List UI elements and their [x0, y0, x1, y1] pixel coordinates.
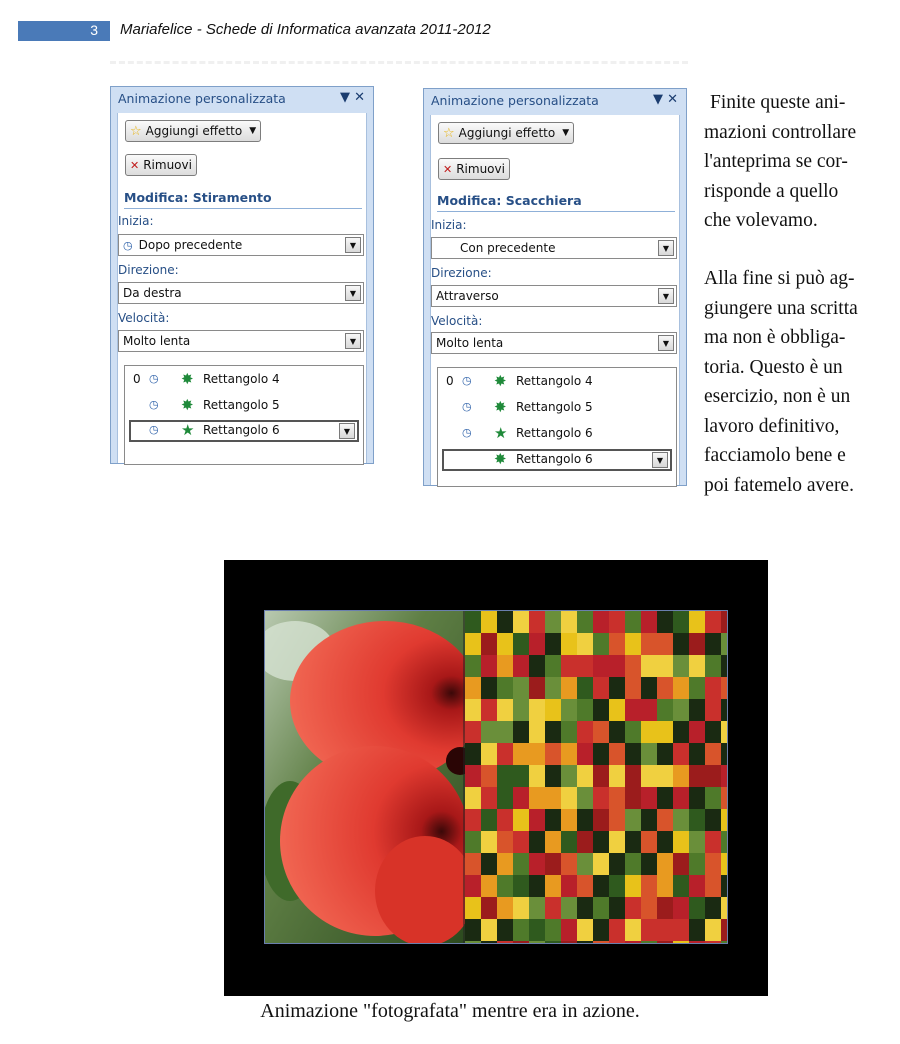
clock-icon: ◷ — [123, 238, 133, 252]
dropdown-arrow-icon[interactable]: ▼ — [658, 335, 674, 351]
direction-select[interactable]: Attraverso ▼ — [431, 285, 677, 307]
direction-select[interactable]: Da destra ▼ — [118, 282, 364, 304]
add-effect-button[interactable]: ☆ Aggiungi effetto ▼ — [438, 122, 575, 144]
list-item[interactable]: ◷ ✸ Rettangolo 5 — [129, 395, 359, 417]
effect-star-icon: ✸ — [181, 396, 194, 414]
page-number-bar: 3 — [18, 21, 110, 41]
dropdown-arrow-icon[interactable]: ▼ — [658, 288, 674, 304]
effect-star-icon: ★ — [494, 424, 508, 442]
animation-list[interactable]: 0 ◷ ✸ Rettangolo 4 ◷ ✸ Rettangolo 5 ◷ ★ … — [124, 365, 364, 465]
dropdown-arrow-icon[interactable]: ▼ — [339, 423, 355, 439]
dropdown-arrow-icon[interactable]: ▼ — [658, 240, 674, 256]
remove-button[interactable]: ✕ Rimuovi — [125, 154, 197, 176]
dropdown-arrow-icon[interactable]: ▼ — [345, 237, 361, 253]
dropdown-arrow-icon[interactable]: ▼ — [652, 452, 668, 468]
document-header-title: Mariafelice - Schede di Informatica avan… — [120, 21, 491, 38]
remove-x-icon: ✕ — [130, 158, 140, 172]
speed-select[interactable]: Molto lenta ▼ — [431, 332, 677, 354]
speed-label: Velocità: — [118, 311, 170, 325]
remove-button[interactable]: ✕ Rimuovi — [438, 158, 510, 180]
heading-rule — [437, 211, 675, 212]
effect-star-icon: ✸ — [181, 370, 194, 388]
list-item[interactable]: 0 ◷ ✸ Rettangolo 4 — [129, 369, 359, 391]
start-label: Inizia: — [431, 218, 467, 232]
animation-list[interactable]: 0 ◷ ✸ Rettangolo 4 ◷ ✸ Rettangolo 5 ◷ ★ … — [437, 367, 677, 487]
list-item[interactable]: ◷ ✸ Rettangolo 5 — [442, 397, 672, 419]
add-effect-star-icon: ☆ — [130, 123, 142, 139]
effect-star-icon: ✸ — [494, 450, 507, 468]
paragraph-finite: Finite queste ani- mazioni controllare l… — [704, 92, 857, 231]
modify-effect-heading: Modifica: Stiramento — [124, 190, 272, 205]
clock-icon: ◷ — [462, 426, 472, 439]
speed-label: Velocità: — [431, 314, 483, 328]
speed-select[interactable]: Molto lenta ▼ — [118, 330, 364, 352]
chevron-down-icon: ▼ — [249, 126, 257, 136]
list-item-selected[interactable]: ◷ ★ Rettangolo 6 ▼ — [129, 420, 359, 442]
start-label: Inizia: — [118, 214, 154, 228]
checkerboard-mosaic — [465, 611, 727, 943]
chevron-down-icon: ▼ — [562, 128, 570, 138]
effect-star-icon: ✸ — [494, 372, 507, 390]
clock-icon: ◷ — [149, 423, 159, 436]
page-number: 3 — [90, 22, 98, 38]
pane-controls[interactable]: ▼ ✕ — [340, 90, 365, 105]
clock-icon: ◷ — [149, 398, 159, 411]
paragraph-alla-fine: Alla fine si può ag- giungere una scritt… — [704, 268, 858, 496]
start-select[interactable]: ◷ Dopo precedente ▼ — [118, 234, 364, 256]
pane-title: Animazione personalizzata — [431, 93, 599, 108]
start-select[interactable]: Con precedente ▼ — [431, 237, 677, 259]
clock-icon: ◷ — [149, 372, 159, 385]
add-effect-star-icon: ☆ — [443, 125, 455, 141]
list-item-selected[interactable]: ✸ Rettangolo 6 ▼ — [442, 449, 672, 471]
pane-title: Animazione personalizzata — [118, 91, 286, 106]
effect-star-icon: ★ — [181, 421, 195, 439]
flower-photo-svg — [265, 611, 727, 943]
effect-star-icon: ✸ — [494, 398, 507, 416]
pane-body: ☆ Aggiungi effetto ▼ ✕ Rimuovi Modifica:… — [430, 115, 680, 487]
image-caption: Animazione "fotografata" mentre era in a… — [260, 1000, 640, 1022]
remove-x-icon: ✕ — [443, 162, 453, 176]
dropdown-arrow-icon[interactable]: ▼ — [345, 333, 361, 349]
custom-animation-pane-left: Animazione personalizzata ▼ ✕ ☆ Aggiungi… — [110, 86, 374, 465]
pane-body: ☆ Aggiungi effetto ▼ ✕ Rimuovi Modifica:… — [117, 113, 367, 465]
heading-rule — [124, 208, 362, 209]
direction-label: Direzione: — [118, 263, 179, 277]
clock-icon: ◷ — [462, 400, 472, 413]
clock-icon: ◷ — [462, 374, 472, 387]
dropdown-arrow-icon[interactable]: ▼ — [345, 285, 361, 301]
header-divider — [110, 61, 688, 64]
list-item[interactable]: ◷ ★ Rettangolo 6 — [442, 423, 672, 445]
list-item[interactable]: 0 ◷ ✸ Rettangolo 4 — [442, 371, 672, 393]
modify-effect-heading: Modifica: Scacchiera — [437, 193, 582, 208]
direction-label: Direzione: — [431, 266, 492, 280]
custom-animation-pane-right: Animazione personalizzata ▼ ✕ ☆ Aggiungi… — [423, 88, 687, 487]
add-effect-button[interactable]: ☆ Aggiungi effetto ▼ — [125, 120, 262, 142]
pane-controls[interactable]: ▼ ✕ — [653, 92, 678, 107]
flower-photo — [264, 610, 728, 944]
